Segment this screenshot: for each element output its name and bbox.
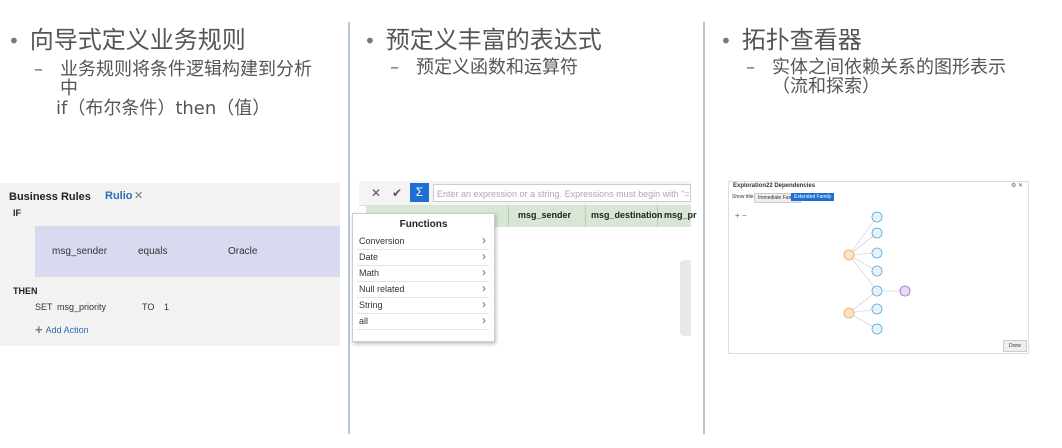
sub-bullet: – 业务规则将条件逻辑构建到分析 中 [34, 60, 334, 98]
expression-input[interactable]: Enter an expression or a string. Express… [433, 184, 691, 202]
tab-extended-family[interactable]: Extended Family [791, 193, 835, 201]
sub-text: 业务规则将条件逻辑构建到分析 [60, 59, 312, 80]
then-label: THEN [13, 286, 38, 296]
sub-text: 预定义函数和运算符 [416, 57, 578, 78]
grid-column-header[interactable]: msg_pr [664, 210, 697, 220]
condition-value[interactable]: Oracle [228, 246, 257, 257]
sub-text: 实体之间依赖关系的图形表示 [772, 57, 1006, 78]
dependency-graph[interactable] [840, 205, 920, 345]
grid-column-separator [508, 205, 509, 227]
function-category-item[interactable]: Conversion › [357, 233, 489, 250]
graph-source-node [843, 249, 855, 319]
business-rules-title: Business Rules [9, 191, 91, 203]
if-then-text: if（布尔条件）then（值） [56, 98, 271, 119]
bullet-heading: • 预定义丰富的表达式 [364, 20, 602, 55]
cancel-icon[interactable]: ✕ [371, 186, 381, 200]
function-category-label: Date [359, 252, 379, 262]
dash-icon: – [390, 57, 399, 78]
function-category-label: Null related [359, 284, 405, 294]
functions-title: Functions [399, 219, 448, 230]
bullet-text: 拓扑查看器 [741, 26, 862, 54]
chevron-right-icon: › [482, 249, 486, 263]
graph-node [871, 211, 883, 335]
plus-icon: + [35, 322, 43, 337]
set-label: SET [35, 302, 53, 312]
sigma-icon[interactable]: Σ [410, 183, 429, 202]
condition-field[interactable]: msg_sender [52, 246, 107, 257]
chevron-right-icon: › [482, 281, 486, 295]
condition-operator[interactable]: equals [138, 246, 167, 257]
sub-text: 中 [60, 78, 78, 99]
dash-icon: – [746, 57, 755, 78]
show-title-label: Show title [732, 194, 754, 200]
function-category-label: String [359, 300, 383, 310]
chevron-right-icon: › [482, 265, 486, 279]
rule-name-link[interactable]: Rulio [105, 190, 133, 202]
bullet-heading: • 拓扑查看器 [720, 20, 862, 55]
column-divider [348, 22, 350, 434]
action-value[interactable]: 1 [164, 302, 169, 312]
window-controls[interactable]: ⚙ ✕ [1011, 182, 1023, 189]
action-field[interactable]: msg_priority [57, 302, 106, 312]
bullet-dot-icon: • [364, 29, 376, 53]
sub-bullet: – 预定义函数和运算符 [390, 58, 690, 77]
done-button[interactable]: Done [1003, 340, 1027, 352]
function-category-item[interactable]: all › [357, 313, 489, 330]
zoom-controls[interactable]: + − [735, 211, 747, 220]
function-category-item[interactable]: Null related › [357, 281, 489, 298]
function-category-label: all [359, 316, 369, 326]
add-action-button[interactable]: + Add Action [35, 322, 89, 337]
function-category-item[interactable]: Date › [357, 249, 489, 266]
close-icon[interactable]: ✕ [134, 189, 143, 202]
dependencies-title: Exploration22 Dependencies [733, 183, 816, 189]
graph-target-node [899, 285, 911, 297]
bullet-text: 向导式定义业务规则 [29, 26, 246, 54]
column-divider [703, 22, 705, 434]
chevron-right-icon: › [482, 313, 486, 327]
if-label: IF [13, 208, 21, 218]
bullet-dot-icon: • [720, 29, 732, 53]
add-action-label: Add Action [45, 325, 89, 335]
function-category-item[interactable]: Math › [357, 265, 489, 282]
functions-menu: Functions Conversion › Date › Math › Null r… [352, 213, 495, 342]
dash-icon: – [34, 59, 43, 80]
function-category-label: Conversion [359, 236, 405, 246]
bullet-heading: • 向导式定义业务规则 [8, 20, 246, 55]
function-category-item[interactable]: String › [357, 297, 489, 314]
sub-bullet: – 实体之间依赖关系的图形表示 （流和探索） [746, 58, 1046, 96]
sub-text-line: if（布尔条件）then（值） [56, 99, 336, 118]
to-label: TO [142, 302, 155, 312]
grid-column-header[interactable]: msg_destination [591, 210, 663, 220]
condition-row[interactable]: msg_sender equals Oracle [35, 226, 340, 277]
chevron-right-icon: › [482, 297, 486, 311]
function-category-label: Math [359, 268, 380, 278]
bullet-dot-icon: • [8, 29, 20, 53]
side-panel-edge [680, 260, 691, 336]
grid-column-header[interactable]: msg_sender [518, 210, 571, 220]
bullet-text: 预定义丰富的表达式 [385, 26, 602, 54]
sub-text: （流和探索） [772, 76, 880, 97]
chevron-right-icon: › [482, 233, 486, 247]
grid-column-separator [585, 205, 586, 227]
check-icon[interactable]: ✔ [392, 186, 402, 200]
